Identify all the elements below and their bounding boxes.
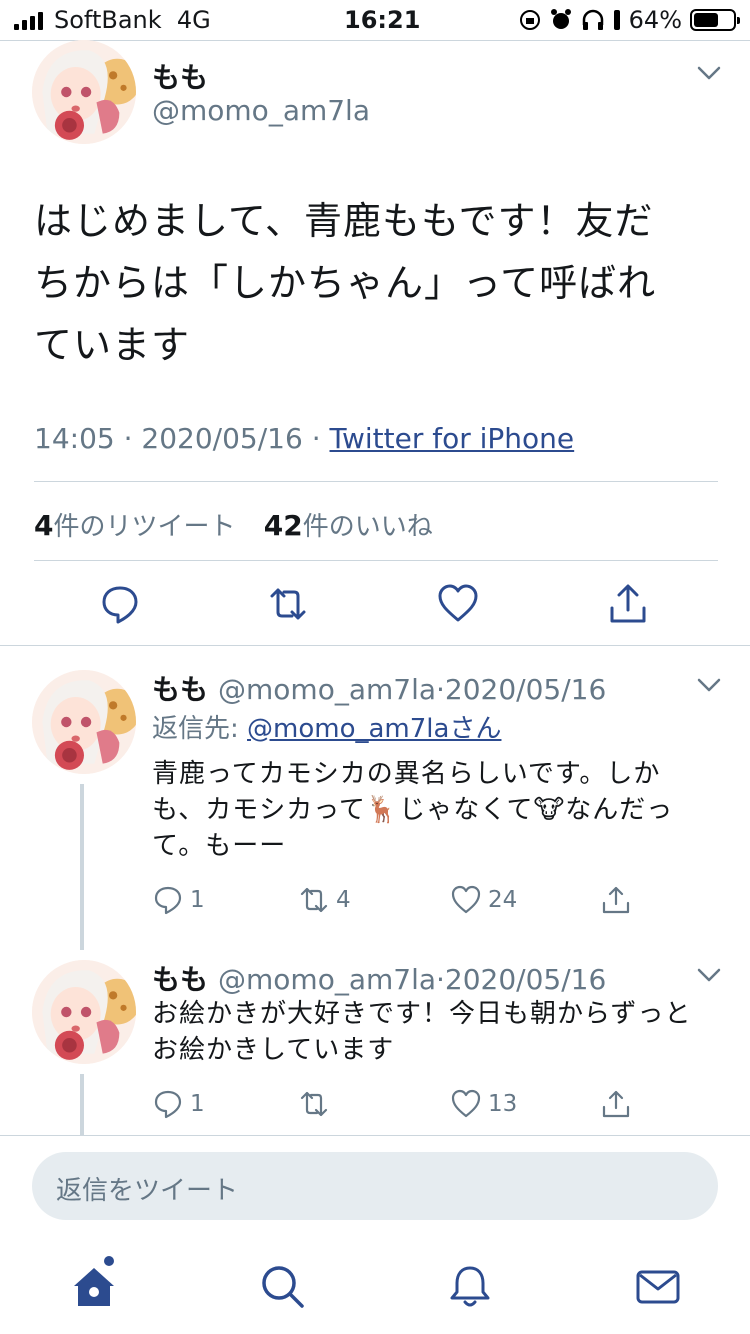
- like-icon[interactable]: [436, 582, 480, 626]
- share-action[interactable]: [600, 1088, 632, 1120]
- avatar[interactable]: [32, 670, 136, 774]
- avatar-illustration: [32, 40, 136, 144]
- reply-action[interactable]: 1: [152, 884, 205, 916]
- headphones-icon: [582, 9, 603, 30]
- chevron-down-icon[interactable]: [694, 670, 724, 700]
- reply-text: 青鹿ってカモシカの異名らしいです。しか も、カモシカって🦌じゃなくて🐮なんだっ …: [152, 759, 674, 861]
- home-notification-dot: [104, 1256, 114, 1266]
- share-icon[interactable]: [600, 1088, 632, 1120]
- avatar[interactable]: [32, 960, 136, 1064]
- status-bar: SoftBank 4G 16:21 64%: [0, 0, 750, 40]
- author-name[interactable]: もも: [152, 56, 208, 96]
- share-icon[interactable]: [600, 884, 632, 916]
- avatar-illustration: [32, 670, 136, 774]
- chevron-down-icon[interactable]: [694, 960, 724, 990]
- alarm-icon: [550, 9, 571, 29]
- home-icon[interactable]: [70, 1262, 118, 1310]
- tweet-time: 14:05: [34, 422, 115, 455]
- author-name[interactable]: もも: [152, 963, 208, 996]
- header-divider: [0, 40, 750, 41]
- reply-header: もも @momo_am7la·2020/05/16: [152, 673, 607, 706]
- avatar[interactable]: [32, 40, 136, 144]
- reply-text: お絵かきが大好きです！今日も朝からずっと お絵かきしています: [152, 999, 692, 1065]
- retweet-icon[interactable]: [298, 1088, 330, 1120]
- tweet-meta: 14:05 · 2020/05/16 · Twitter for iPhone: [34, 422, 575, 455]
- section-divider: [0, 645, 750, 646]
- chevron-down-icon[interactable]: [694, 58, 724, 88]
- notifications-icon[interactable]: [446, 1262, 494, 1310]
- like-count: 13: [488, 1091, 518, 1117]
- rotation-lock-icon: [519, 10, 540, 30]
- like-icon[interactable]: [450, 1088, 482, 1120]
- carrier-label: SoftBank 4G: [54, 6, 211, 34]
- divider: [34, 560, 718, 561]
- like-action[interactable]: 24: [450, 884, 517, 916]
- reply-date: 2020/05/16: [444, 963, 607, 996]
- battery-icon: [690, 9, 740, 31]
- author-handle[interactable]: @momo_am7la: [218, 673, 436, 706]
- reply-date: 2020/05/16: [444, 673, 607, 706]
- like-action[interactable]: 13: [450, 1088, 517, 1120]
- reply-count: 1: [190, 887, 205, 913]
- avatar-illustration: [32, 960, 136, 1064]
- share-action[interactable]: [600, 884, 632, 916]
- clock: 16:21: [344, 6, 421, 34]
- retweet-icon[interactable]: [298, 884, 330, 916]
- author-handle[interactable]: @momo_am7la: [152, 94, 370, 127]
- thread-line: [80, 784, 84, 950]
- reply-icon[interactable]: [98, 582, 142, 626]
- author-name[interactable]: もも: [152, 673, 208, 706]
- tweet-text: はじめまして、青鹿ももです！友だ ちからは「しかちゃん」って呼ばれ ています: [34, 199, 657, 367]
- tweet-stats: 4件のリツイート 42件のいいね: [34, 506, 433, 543]
- battery-percent: 64%: [628, 6, 682, 34]
- source-link[interactable]: Twitter for iPhone: [330, 422, 575, 455]
- reply-action[interactable]: 1: [152, 1088, 205, 1120]
- share-icon[interactable]: [606, 582, 650, 626]
- reply-to-link[interactable]: @momo_am7laさん: [247, 714, 501, 744]
- retweet-action[interactable]: 4: [298, 884, 351, 916]
- reply-to: 返信先: @momo_am7laさん: [152, 714, 502, 744]
- reply-icon[interactable]: [152, 1088, 184, 1120]
- composer-divider: [0, 1135, 750, 1136]
- retweet-icon[interactable]: [266, 582, 310, 626]
- retweet-count: 4: [336, 887, 351, 913]
- reply-header: もも @momo_am7la·2020/05/16: [152, 963, 607, 996]
- reply-composer-input[interactable]: 返信をツイート: [32, 1152, 718, 1220]
- location-icon: [613, 10, 620, 30]
- tweet-date: 2020/05/16: [141, 422, 303, 455]
- signal-strength-icon: [14, 10, 43, 30]
- retweet-stat[interactable]: 4件のリツイート: [34, 509, 236, 542]
- like-icon[interactable]: [450, 884, 482, 916]
- author-handle[interactable]: @momo_am7la: [218, 963, 436, 996]
- search-icon[interactable]: [258, 1262, 306, 1310]
- divider: [34, 481, 718, 482]
- retweet-action[interactable]: [298, 1088, 336, 1120]
- thread-line: [80, 1074, 84, 1136]
- like-count: 24: [488, 887, 518, 913]
- messages-icon[interactable]: [634, 1262, 682, 1310]
- like-stat[interactable]: 42件のいいね: [264, 509, 433, 542]
- reply-icon[interactable]: [152, 884, 184, 916]
- reply-count: 1: [190, 1091, 205, 1117]
